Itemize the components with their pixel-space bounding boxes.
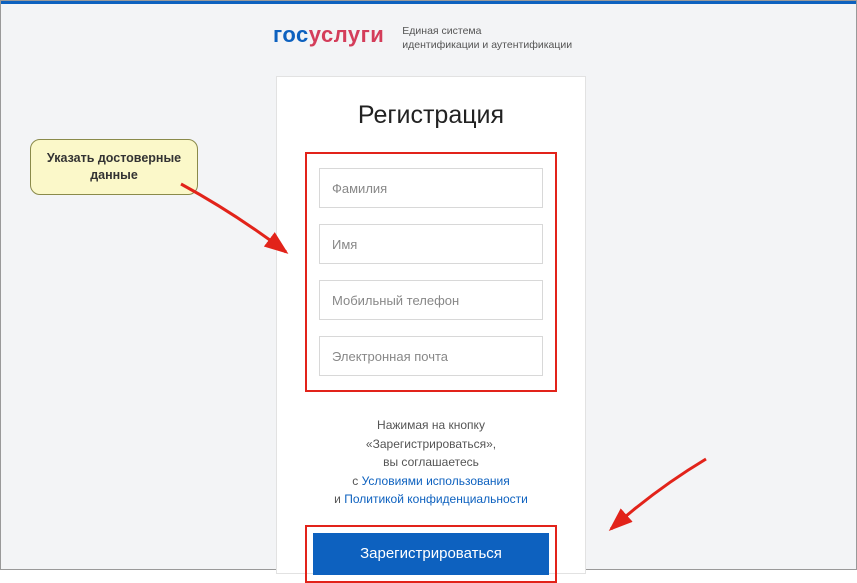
consent-terms-prefix: с (352, 474, 361, 488)
name-field[interactable] (319, 224, 543, 264)
registration-card: Регистрация Нажимая на кнопку «Зарегистр… (276, 76, 586, 574)
arrow-to-button-icon (601, 454, 721, 554)
logo-part2: услуги (309, 22, 385, 47)
email-field[interactable] (319, 336, 543, 376)
header-subtitle: Единая система идентификации и аутентифи… (402, 24, 572, 52)
privacy-link[interactable]: Политикой конфиденциальности (344, 492, 528, 506)
subtitle-line1: Единая система (402, 24, 572, 38)
logo: госуслуги (273, 22, 384, 48)
phone-field[interactable] (319, 280, 543, 320)
annotation-callout: Указать достоверные данные (30, 139, 198, 195)
surname-field[interactable] (319, 168, 543, 208)
terms-link[interactable]: Условиями использования (362, 474, 510, 488)
arrow-to-fields-icon (176, 174, 306, 274)
button-highlight-box: Зарегистрироваться (305, 525, 557, 583)
fields-highlight-box (305, 152, 557, 392)
consent-line1: Нажимая на кнопку (305, 416, 557, 435)
site-header: госуслуги Единая система идентификации и… (273, 22, 572, 52)
consent-privacy-prefix: и (334, 492, 344, 506)
page-title: Регистрация (305, 101, 557, 130)
subtitle-line2: идентификации и аутентификации (402, 38, 572, 52)
logo-part1: гос (273, 22, 309, 47)
register-button[interactable]: Зарегистрироваться (313, 533, 549, 575)
page-background: госуслуги Единая система идентификации и… (1, 4, 856, 569)
consent-text: Нажимая на кнопку «Зарегистрироваться», … (305, 416, 557, 509)
consent-line3: вы соглашаетесь (305, 453, 557, 472)
consent-line2: «Зарегистрироваться», (305, 435, 557, 454)
